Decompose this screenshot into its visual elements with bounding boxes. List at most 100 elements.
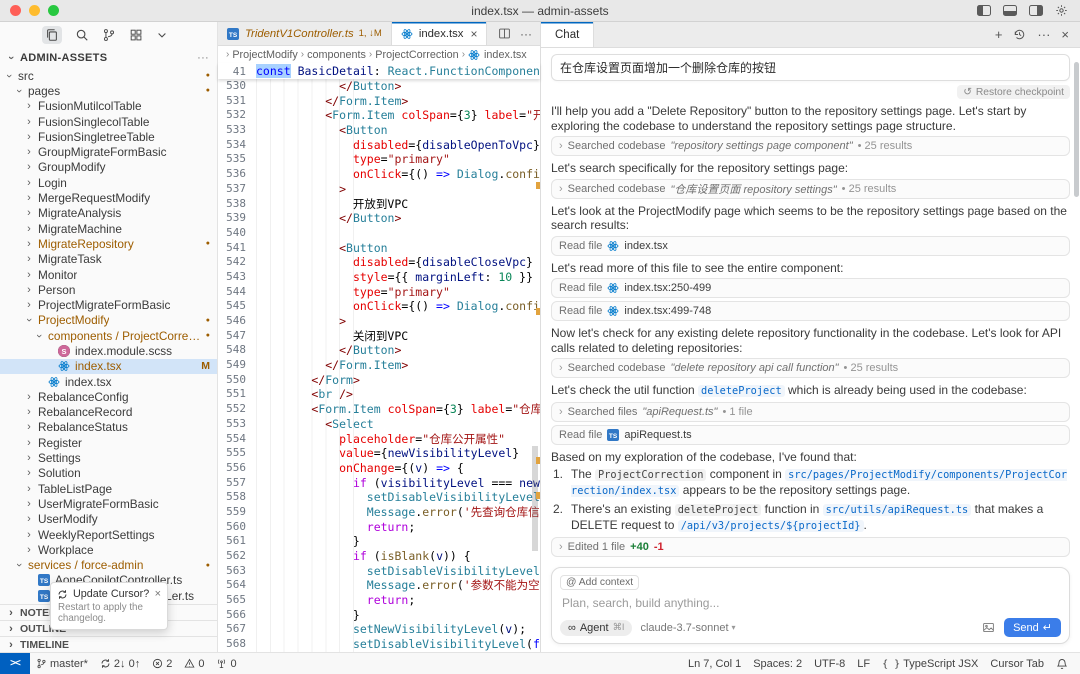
agent-mode-selector[interactable]: ∞ Agent ⌘I [560, 620, 632, 636]
tree-folder-rebalancerecord[interactable]: ›RebalanceRecord [0, 405, 217, 420]
split-editor-icon[interactable] [498, 27, 511, 40]
code-editor[interactable]: 530 </Button>531 </Form.Item>532 <Form.I… [218, 79, 540, 652]
code-line-537[interactable]: 537 > [218, 182, 540, 197]
code-line-561[interactable]: 561 } [218, 534, 540, 549]
tree-folder-solution[interactable]: ›Solution [0, 466, 217, 481]
chat-scrollbar-thumb[interactable] [1074, 62, 1079, 197]
tree-folder-mergerequestmodify[interactable]: ›MergeRequestModify [0, 190, 217, 205]
code-line-536[interactable]: 536 onClick={() => Dialog.confirm({ [218, 167, 540, 182]
tree-folder-rebalancestatus[interactable]: ›RebalanceStatus [0, 420, 217, 435]
tab-index-tsx[interactable]: index.tsx × [392, 22, 488, 45]
code-line-557[interactable]: 557 if (visibilityLevel === newVisibilit… [218, 476, 540, 491]
tree-folder-migrateanalysis[interactable]: ›MigrateAnalysis [0, 206, 217, 221]
tool-call-search[interactable]: ›Searched codebase"delete repository api… [551, 358, 1070, 378]
code-line-568[interactable]: 568 setDisableVisibilityLevel(false); [218, 637, 540, 652]
code-line-532[interactable]: 532 <Form.Item colSpan={3} label="开放" [218, 108, 540, 123]
new-chat-icon[interactable]: + [995, 27, 1003, 42]
more-actions-icon[interactable]: ··· [197, 52, 209, 64]
code-line-545[interactable]: 545 onClick={() => Dialog.confirm({ [218, 299, 540, 314]
toggle-sidebar-icon[interactable] [977, 5, 991, 16]
zoom-window-button[interactable] [48, 5, 59, 16]
chat-input-box[interactable]: @ Add context Plan, search, build anythi… [551, 567, 1070, 644]
code-line-551[interactable]: 551 <br /> [218, 387, 540, 402]
code-line-567[interactable]: 567 setNewVisibilityLevel(v); [218, 622, 540, 637]
close-icon[interactable]: × [155, 588, 161, 600]
status-item-bell[interactable] [1050, 653, 1074, 674]
close-tab-icon[interactable]: × [470, 27, 477, 41]
attach-image-icon[interactable] [982, 621, 995, 634]
code-line-563[interactable]: 563 setDisableVisibilityLevel(true); [218, 564, 540, 579]
tree-folder-groupmigrateformbasic[interactable]: ›GroupMigrateFormBasic [0, 144, 217, 159]
tree-folder-migratetask[interactable]: ›MigrateTask [0, 252, 217, 267]
code-line-539[interactable]: 539 </Button> [218, 211, 540, 226]
editor-scrollbar[interactable] [530, 79, 540, 652]
code-line-544[interactable]: 544 type="primary" [218, 285, 540, 300]
tree-folder-groupmodify[interactable]: ›GroupModify [0, 160, 217, 175]
code-line-560[interactable]: 560 return; [218, 520, 540, 535]
tree-folder-person[interactable]: ›Person [0, 282, 217, 297]
tree-folder-fusionmutilcoltable[interactable]: ›FusionMutilcolTable [0, 99, 217, 114]
status-item-utf-8[interactable]: UTF-8 [808, 653, 851, 674]
status-item-lf[interactable]: LF [851, 653, 876, 674]
tool-call-search[interactable]: ›Searched files"apiRequest.ts"• 1 file [551, 402, 1070, 422]
code-line-531[interactable]: 531 </Form.Item> [218, 94, 540, 109]
minimize-window-button[interactable] [29, 5, 40, 16]
editor-more-actions-icon[interactable]: ··· [520, 27, 532, 41]
toggle-secondary-sidebar-icon[interactable] [1029, 5, 1043, 16]
status-item-braces[interactable]: { }TypeScript JSX [876, 653, 984, 674]
user-message[interactable]: 在仓库设置页面增加一个删除仓库的按钮 [551, 54, 1070, 81]
tree-folder-services-force-admin[interactable]: ›services / force-admin● [0, 558, 217, 573]
code-line-549[interactable]: 549 </Form.Item> [218, 358, 540, 373]
code-line-541[interactable]: 541 <Button [218, 241, 540, 256]
breadcrumb-item[interactable]: ProjectCorrection [375, 49, 458, 61]
tab-chat[interactable]: Chat [541, 22, 594, 47]
tree-file-index.tsx[interactable]: index.tsx [0, 374, 217, 389]
code-line-530[interactable]: 530 </Button> [218, 79, 540, 94]
code-line-562[interactable]: 562 if (isBlank(v)) { [218, 549, 540, 564]
status-item-error[interactable]: 2 [146, 653, 178, 674]
status-item-ln-7-col-1[interactable]: Ln 7, Col 1 [682, 653, 747, 674]
restore-checkpoint-button[interactable]: ↺Restore checkpoint [957, 85, 1070, 99]
code-line-556[interactable]: 556 onChange={(v) => { [218, 461, 540, 476]
model-selector[interactable]: claude-3.7-sonnet ▾ [640, 622, 735, 634]
code-link[interactable]: /api/v3/projects/${projectId} [678, 520, 864, 532]
code-line-552[interactable]: 552 <Form.Item colSpan={3} label="仓库公开属性… [218, 402, 540, 417]
sticky-scroll-line[interactable]: 41 const BasicDetail: React.FunctionComp… [218, 63, 540, 79]
code-line-533[interactable]: 533 <Button [218, 123, 540, 138]
tree-file-index.module.scss[interactable]: Sindex.module.scss [0, 343, 217, 358]
tool-call-read-file[interactable]: Read fileindex.tsx:499-748 [551, 301, 1070, 321]
close-window-button[interactable] [10, 5, 21, 16]
code-line-540[interactable]: 540 [218, 226, 540, 241]
remote-indicator[interactable]: >< [0, 653, 30, 674]
tool-call-search[interactable]: ›Searched codebase"仓库设置页面 repository set… [551, 179, 1070, 199]
add-context-button[interactable]: @ Add context [560, 575, 639, 590]
code-line-554[interactable]: 554 placeholder="仓库公开属性" [218, 432, 540, 447]
tree-folder-weeklyreportsettings[interactable]: ›WeeklyReportSettings [0, 527, 217, 542]
chat-input-placeholder[interactable]: Plan, search, build anything... [562, 596, 1059, 610]
search-icon[interactable] [75, 28, 89, 42]
code-line-564[interactable]: 564 Message.error('参数不能为空'); [218, 578, 540, 593]
code-line-535[interactable]: 535 type="primary" [218, 152, 540, 167]
chevron-down-icon[interactable] [156, 29, 168, 41]
code-line-553[interactable]: 553 <Select [218, 417, 540, 432]
toggle-panel-icon[interactable] [1003, 5, 1017, 16]
tree-folder-register[interactable]: ›Register [0, 435, 217, 450]
tree-folder-usermodify[interactable]: ›UserModify [0, 512, 217, 527]
code-line-559[interactable]: 559 Message.error('先查询仓库信息'); [218, 505, 540, 520]
code-line-566[interactable]: 566 } [218, 608, 540, 623]
explorer-icon[interactable] [42, 26, 62, 44]
tree-folder-migratemachine[interactable]: ›MigrateMachine [0, 221, 217, 236]
tool-call-edited-file[interactable]: ›Edited 1 file+40-1 [551, 537, 1070, 557]
tree-folder-login[interactable]: ›Login [0, 175, 217, 190]
send-button[interactable]: Send ↵ [1004, 618, 1061, 637]
tree-folder-components-projectcorrection[interactable]: ›components / ProjectCorrection● [0, 328, 217, 343]
code-line-538[interactable]: 538 开放到VPC [218, 197, 540, 212]
tree-folder-usermigrateformbasic[interactable]: ›UserMigrateFormBasic [0, 496, 217, 511]
code-line-534[interactable]: 534 disabled={disableOpenToVpc} [218, 138, 540, 153]
code-line-543[interactable]: 543 style={{ marginLeft: 10 }} [218, 270, 540, 285]
status-item-radio[interactable]: 0 [210, 653, 242, 674]
status-item-sync[interactable]: 2↓ 0↑ [94, 653, 146, 674]
tool-call-read-file[interactable]: Read fileindex.tsx:250-499 [551, 278, 1070, 298]
tree-folder-src[interactable]: ›src● [0, 68, 217, 83]
explorer-section-header[interactable]: › ADMIN-ASSETS ··· [0, 48, 217, 68]
